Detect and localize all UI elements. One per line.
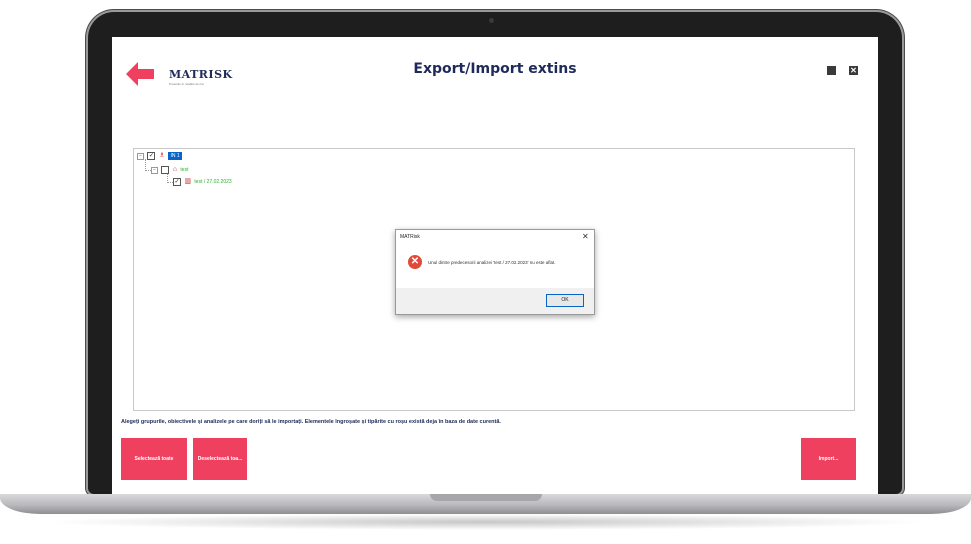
hierarchy-icon: ♗ (158, 152, 166, 159)
deselect-all-button[interactable]: Deselectează toa... (193, 438, 247, 480)
dialog-close-icon[interactable]: ✕ (582, 232, 589, 241)
dialog-message: Unul dintre predecesorii analizei 'test … (428, 260, 556, 265)
logo-tagline: Protecție în relațiile de risc (169, 82, 205, 86)
analysis-book-icon: ▥ (184, 178, 192, 185)
tree-checkbox[interactable] (161, 166, 170, 174)
app-screen: MATRISK Protecție în relațiile de risc E… (112, 37, 878, 494)
camera-icon (489, 18, 494, 23)
tree-row-root[interactable]: − ✓ ♗ IN 1 (137, 152, 182, 161)
tree-checkbox[interactable]: ✓ (147, 152, 156, 160)
tree-node-label[interactable]: test / 27.02.2023 (194, 179, 231, 185)
error-dialog: MATRisk ✕ ✕ Unul dintre predecesorii ana… (395, 229, 595, 315)
tree-row-group[interactable]: − ⌂ test (151, 166, 188, 175)
dialog-titlebar: MATRisk ✕ (396, 230, 594, 243)
dialog-ok-button[interactable]: OK (546, 294, 584, 307)
dialog-body: ✕ Unul dintre predecesorii analizei 'tes… (396, 243, 594, 288)
page-title: Export/Import extins (413, 61, 577, 77)
collapse-icon[interactable]: − (137, 152, 144, 160)
select-all-button[interactable]: Selectează toate (121, 438, 187, 480)
laptop-shadow (40, 514, 931, 530)
tree-node-label[interactable]: test (180, 167, 188, 173)
instructions-text: Alegeți grupurile, obiectivele și analiz… (121, 419, 501, 425)
home-icon: ⌂ (172, 166, 178, 173)
tree-row-analysis[interactable]: ✓ ▥ test / 27.02.2023 (173, 178, 232, 187)
import-button[interactable]: Import... (801, 438, 856, 480)
minimize-button[interactable] (827, 66, 836, 75)
error-icon: ✕ (408, 255, 422, 269)
dialog-title: MATRisk (400, 234, 420, 240)
collapse-icon[interactable]: − (151, 166, 158, 174)
laptop-notch (430, 494, 542, 501)
tree-node-label[interactable]: IN 1 (168, 152, 182, 160)
tree-checkbox[interactable]: ✓ (173, 178, 181, 186)
close-window-button[interactable]: ✕ (849, 66, 858, 75)
